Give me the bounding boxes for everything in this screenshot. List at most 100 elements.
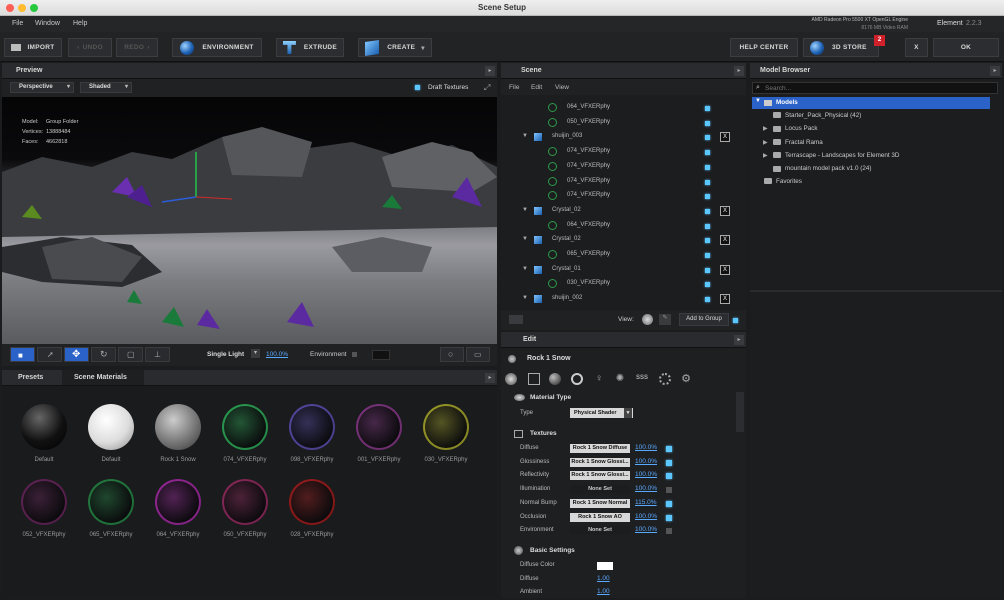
scene-row[interactable]: ▼ Xshuijin_003 [501, 131, 742, 146]
material-swatch[interactable] [21, 479, 67, 525]
visibility-checkbox[interactable] [705, 238, 710, 244]
texture-slot-button[interactable]: Rock 1 Snow Normal [570, 498, 630, 508]
edit-menu-arrow-icon[interactable]: ▸ [734, 335, 744, 345]
scene-row[interactable]: ▼ Xshuijin_002 [501, 293, 742, 308]
search-input[interactable] [765, 84, 985, 93]
scene-menu-file[interactable]: File [509, 84, 519, 91]
close-button[interactable]: X [905, 38, 928, 57]
expand-toggle-icon[interactable]: ▼ [522, 207, 528, 213]
scene-row[interactable]: 030_VFXERphy [501, 278, 742, 293]
scene-row[interactable]: 074_VFXERphy [501, 176, 742, 191]
gear-icon[interactable]: ⚙ [680, 373, 692, 385]
texture-enable-checkbox[interactable] [666, 528, 672, 535]
undo-button[interactable]: ‹ UNDO [68, 38, 112, 57]
material-type-dropdown[interactable]: Physical Shader ▾ [570, 408, 633, 418]
texture-tab-icon[interactable] [528, 373, 540, 385]
tree-item-model-pack[interactable]: ▶ Fractal Rama [763, 139, 823, 146]
texture-strength[interactable]: 100.0% [635, 526, 657, 533]
light-intensity[interactable]: 100.0% [266, 351, 288, 358]
material-swatch[interactable] [155, 479, 201, 525]
texture-enable-checkbox[interactable] [666, 446, 672, 452]
texture-strength[interactable]: 100.0% [635, 458, 657, 465]
expand-arrow-icon[interactable]: ▶ [763, 139, 773, 146]
delete-object-icon[interactable]: X [720, 235, 730, 246]
browser-menu-arrow-icon[interactable]: ▸ [990, 66, 1000, 76]
view-camera-icon[interactable]: ✎ [659, 314, 671, 325]
delete-object-icon[interactable]: X [720, 205, 730, 216]
texture-slot-button[interactable]: None Set [570, 485, 630, 495]
shading-dropdown[interactable]: Shaded [80, 82, 132, 93]
model-search-box[interactable]: ⌕ [752, 82, 998, 94]
tab-presets[interactable]: Presets [18, 374, 43, 381]
pivot-tool-button[interactable]: ⊥ [145, 347, 170, 362]
light-tab-icon[interactable]: ✺ [614, 373, 626, 385]
expand-arrow-icon[interactable]: ▶ [763, 152, 773, 159]
select-tool-button[interactable]: ➚ [37, 347, 62, 362]
tree-item-models[interactable]: ▼ Models [752, 97, 990, 109]
menu-window[interactable]: Window [35, 20, 60, 27]
diffuse-color-swatch[interactable] [597, 562, 613, 570]
move-tool-button[interactable]: ✥ [64, 347, 89, 362]
material-swatch[interactable] [155, 404, 201, 450]
reflect-tab-icon[interactable] [571, 373, 583, 385]
materials-menu-arrow-icon[interactable]: ▸ [485, 373, 495, 383]
environment-swatch[interactable] [372, 350, 390, 360]
create-button[interactable]: CREATE ▾ [358, 38, 432, 57]
texture-enable-checkbox[interactable] [666, 500, 672, 507]
material-swatch[interactable] [423, 404, 469, 450]
panel-menu-arrow-icon[interactable]: ▸ [485, 66, 495, 76]
material-swatch[interactable] [222, 479, 268, 525]
view-sphere-icon[interactable] [642, 314, 653, 325]
visibility-checkbox[interactable] [705, 179, 710, 185]
texture-enable-checkbox[interactable] [666, 487, 672, 494]
import-button[interactable]: IMPORT [4, 38, 62, 57]
expand-toggle-icon[interactable]: ▼ [522, 133, 528, 139]
light-dropdown-button[interactable]: ▾ [251, 349, 260, 358]
scene-row[interactable]: 065_VFXERphy [501, 249, 742, 264]
texture-enable-checkbox[interactable] [666, 514, 672, 521]
tab-scene-materials[interactable]: Scene Materials [62, 370, 144, 385]
texture-slot-button[interactable]: Rock 1 Snow AO [570, 512, 630, 522]
add-folder-icon[interactable] [509, 315, 523, 324]
delete-object-icon[interactable]: X [720, 264, 730, 275]
material-swatch[interactable] [289, 479, 335, 525]
rotate-tool-button[interactable]: ↻ [91, 347, 116, 362]
texture-strength[interactable]: 100.0% [635, 444, 657, 451]
texture-enable-checkbox[interactable] [666, 473, 672, 480]
visibility-checkbox[interactable] [705, 164, 710, 170]
expand-arrow-icon[interactable]: ▶ [763, 125, 773, 132]
material-swatch[interactable] [222, 404, 268, 450]
visibility-checkbox[interactable] [705, 194, 710, 200]
visibility-checkbox[interactable] [705, 282, 710, 288]
delete-object-icon[interactable]: X [720, 294, 730, 305]
scene-row[interactable]: ▼ X Crystal_02 [501, 205, 742, 220]
tree-item-model-pack[interactable]: Starter_Pack_Physical (42) [763, 112, 861, 119]
tree-item-model-pack[interactable]: mountain model pack v1.0 (24) [763, 165, 871, 172]
expand-toggle-icon[interactable]: ▼ [522, 236, 528, 242]
shading-tab-icon[interactable] [549, 373, 561, 385]
expand-toggle-icon[interactable]: ▼ [522, 266, 528, 272]
extrude-button[interactable]: EXTRUDE [276, 38, 344, 57]
scene-row[interactable]: 074_VFXERphy [501, 146, 742, 161]
scene-row[interactable]: 064_VFXERphy [501, 102, 742, 117]
add-to-group-button[interactable]: Add to Group [679, 313, 729, 326]
texture-strength[interactable]: 100.0% [635, 471, 657, 478]
material-swatch[interactable] [289, 404, 335, 450]
visibility-checkbox[interactable] [705, 120, 710, 126]
visibility-checkbox[interactable] [705, 150, 710, 156]
refraction-tab-icon[interactable] [659, 373, 671, 385]
texture-slot-button[interactable]: Rock 1 Snow Glossi... [570, 471, 630, 481]
render-circle-button[interactable]: ○ [440, 347, 464, 362]
scene-row[interactable]: 074_VFXERphy [501, 161, 742, 176]
visibility-checkbox[interactable] [705, 297, 710, 303]
visibility-checkbox[interactable] [705, 106, 710, 111]
scene-row[interactable]: ▼ X Crystal_01 [501, 264, 742, 279]
delete-object-icon[interactable]: X [720, 132, 730, 143]
visibility-checkbox[interactable] [705, 267, 710, 273]
menu-help[interactable]: Help [73, 20, 87, 27]
scene-menu-edit[interactable]: Edit [531, 84, 542, 91]
camera-dropdown[interactable]: Perspective [10, 82, 74, 93]
visibility-checkbox[interactable] [705, 208, 710, 214]
visibility-checkbox[interactable] [705, 223, 710, 229]
display-button[interactable]: ▭ [466, 347, 490, 362]
